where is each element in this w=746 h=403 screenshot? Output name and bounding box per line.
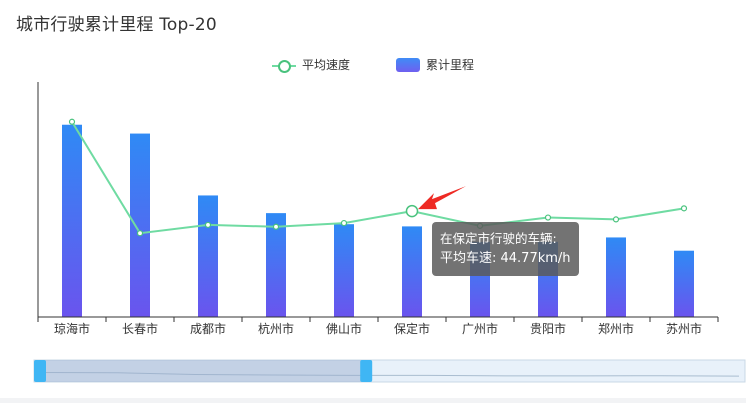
zoom-selection[interactable] <box>40 360 367 382</box>
annotation-arrow-icon <box>418 186 466 210</box>
tooltip-value: 平均车速: 44.77km/h <box>440 251 571 266</box>
x-tick-label: 广州市 <box>462 321 498 336</box>
tooltip: 在保定市行驶的车辆: 平均车速: 44.77km/h <box>432 222 579 276</box>
speed-point-琼海市[interactable] <box>68 118 76 125</box>
speed-point-佛山市[interactable] <box>340 219 348 227</box>
zoom-handle-left[interactable] <box>34 360 46 382</box>
bar-佛山市[interactable] <box>334 224 354 317</box>
speed-line <box>71 121 685 235</box>
speed-point-长春市[interactable] <box>136 230 144 237</box>
tooltip-title: 在保定市行驶的车辆: <box>440 231 557 246</box>
bar-琼海市[interactable] <box>62 124 82 317</box>
x-tick-label: 保定市 <box>394 321 430 336</box>
chart-area: 琼海市 长春市 成都市 杭州市 佛山市 保定市 广州市 贵阳市 郑州市 苏州市 <box>33 82 746 383</box>
x-tick-label: 杭州市 <box>258 321 294 336</box>
speed-point-杭州市[interactable] <box>272 223 280 230</box>
bar-郑州市[interactable] <box>606 237 626 317</box>
x-tick-label: 佛山市 <box>326 321 362 336</box>
speed-point-成都市[interactable] <box>204 221 212 229</box>
zoom-handle-right[interactable] <box>360 360 373 382</box>
x-tick-label: 苏州市 <box>666 321 702 336</box>
x-tick-label: 郑州市 <box>598 321 634 336</box>
speed-point-贵阳市[interactable] <box>544 214 552 221</box>
bar-保定市[interactable] <box>402 226 422 317</box>
x-tick-label: 成都市 <box>190 321 226 336</box>
x-tick-label: 琼海市 <box>54 321 90 336</box>
x-tick-label: 贵阳市 <box>530 321 566 336</box>
speed-point-保定市[interactable] <box>405 204 419 218</box>
x-tick-label: 长春市 <box>122 321 158 336</box>
speed-point-郑州市[interactable] <box>612 216 620 223</box>
bar-成都市[interactable] <box>198 195 218 317</box>
speed-point-苏州市[interactable] <box>680 205 688 212</box>
bar-苏州市[interactable] <box>674 250 694 317</box>
bottom-divider <box>0 398 746 403</box>
bar-长春市[interactable] <box>130 133 150 317</box>
